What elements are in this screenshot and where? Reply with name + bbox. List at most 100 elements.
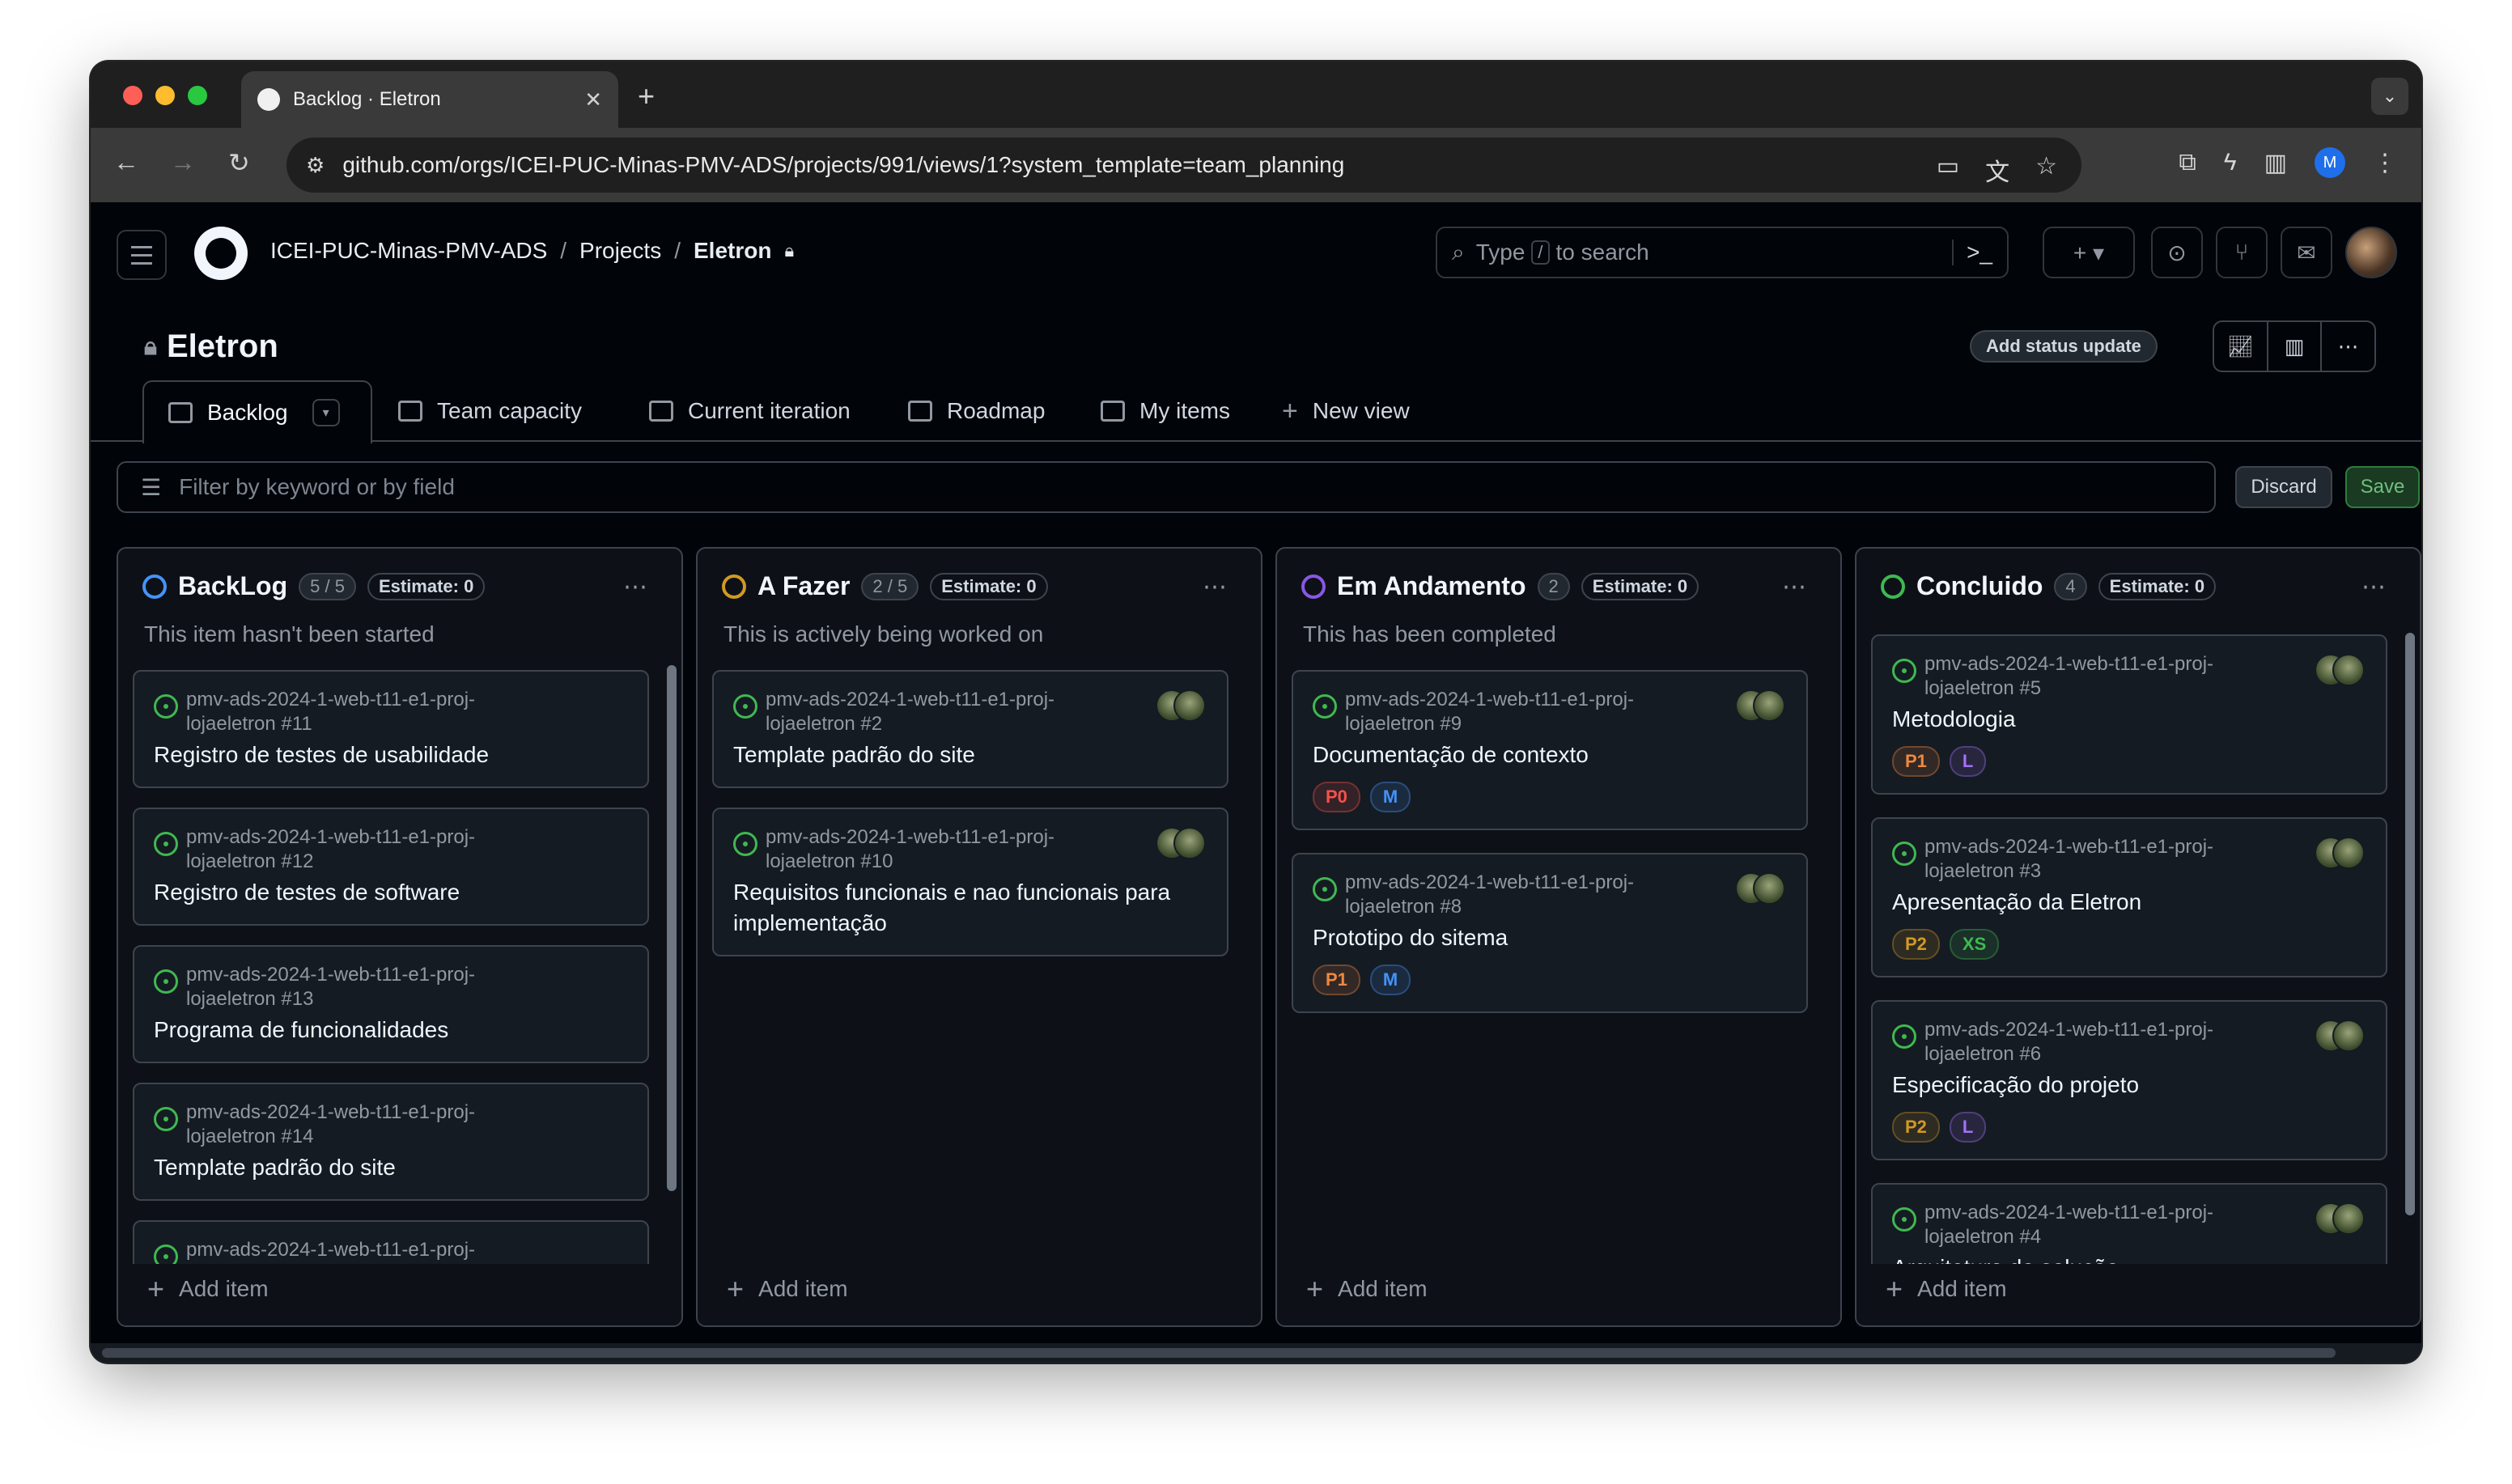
- new-tab-button[interactable]: +: [638, 79, 655, 113]
- board-card[interactable]: pmv-ads-2024-1-web-t11-e1-proj-lojaeletr…: [1292, 670, 1808, 830]
- add-item-button[interactable]: + Add item: [1886, 1272, 2007, 1306]
- card-reference[interactable]: pmv-ads-2024-1-web-t11-e1-proj-lojaeletr…: [1924, 652, 2213, 701]
- address-bar[interactable]: ⚙ github.com/orgs/ICEI-PUC-Minas-PMV-ADS…: [286, 138, 2081, 193]
- card-reference[interactable]: pmv-ads-2024-1-web-t11-e1-proj-lojaeletr…: [186, 825, 475, 874]
- site-settings-icon[interactable]: ⚙: [306, 153, 325, 178]
- insights-icon[interactable]: 📈︎: [2214, 322, 2268, 371]
- board-card[interactable]: pmv-ads-2024-1-web-t11-e1-proj-lojaeletr…: [133, 670, 649, 788]
- close-tab-icon[interactable]: ✕: [584, 87, 602, 112]
- breadcrumb-projects[interactable]: Projects: [579, 238, 661, 264]
- tab-new-view[interactable]: + New view: [1282, 380, 1410, 442]
- scrollbar-thumb[interactable]: [102, 1348, 2336, 1358]
- search-input[interactable]: ⌕ Type / to search >_: [1436, 227, 2009, 278]
- performance-icon[interactable]: ϟ: [2224, 149, 2237, 176]
- column-more-icon[interactable]: ⋯: [1782, 573, 1808, 601]
- github-logo-icon[interactable]: [194, 227, 248, 280]
- card-title[interactable]: Template padrão do site: [733, 740, 1207, 770]
- reload-icon[interactable]: ↻: [228, 147, 250, 178]
- command-palette-icon[interactable]: >_: [1952, 240, 1992, 265]
- profile-avatar[interactable]: M: [2315, 147, 2345, 178]
- close-window-button[interactable]: [123, 86, 142, 105]
- bookmark-star-icon[interactable]: ☆: [2035, 152, 2057, 188]
- board-card[interactable]: pmv-ads-2024-1-web-t11-e1-proj-lojaeletr…: [133, 1083, 649, 1201]
- card-reference[interactable]: pmv-ads-2024-1-web-t11-e1-proj-lojaeletr…: [186, 1100, 475, 1149]
- tab-current-iteration[interactable]: Current iteration: [649, 380, 851, 442]
- board-card[interactable]: pmv-ads-2024-1-web-t11-e1-proj-lojaeletr…: [133, 945, 649, 1063]
- card-reference[interactable]: pmv-ads-2024-1-web-t11-e1-proj-lojaeletr…: [766, 688, 1054, 736]
- filter-input[interactable]: ☰ Filter by keyword or by field: [117, 461, 2216, 513]
- card-reference[interactable]: pmv-ads-2024-1-web-t11-e1-proj-lojaeletr…: [186, 963, 475, 1011]
- card-reference[interactable]: pmv-ads-2024-1-web-t11-e1-proj-lojaeletr…: [766, 825, 1054, 874]
- add-status-update-button[interactable]: Add status update: [1970, 330, 2158, 363]
- add-item-button[interactable]: + Add item: [727, 1272, 848, 1306]
- card-reference[interactable]: pmv-ads-2024-1-web-t11-e1-proj-lojaeletr…: [1924, 1201, 2213, 1249]
- card-title[interactable]: Requisitos funcionais e nao funcionais p…: [733, 877, 1207, 939]
- pull-requests-icon[interactable]: ⑂: [2216, 227, 2268, 278]
- board-card[interactable]: pmv-ads-2024-1-web-t11-e1-proj-lojaeletr…: [1871, 634, 2387, 795]
- card-reference[interactable]: pmv-ads-2024-1-web-t11-e1-proj-lojaeletr…: [1924, 835, 2213, 884]
- board-card[interactable]: pmv-ads-2024-1-web-t11-e1-proj-lojaeletr…: [1871, 1000, 2387, 1160]
- assignee-avatars[interactable]: [2315, 837, 2366, 869]
- assignee-avatars[interactable]: [2315, 1020, 2366, 1052]
- board-card[interactable]: pmv-ads-2024-1-web-t11-e1-proj-lojaeletr…: [1871, 817, 2387, 977]
- cast-icon[interactable]: ▭: [1937, 152, 1959, 188]
- assignee-avatars[interactable]: [1156, 689, 1207, 722]
- column-more-icon[interactable]: ⋯: [623, 573, 649, 601]
- card-title[interactable]: Prototipo do sitema: [1313, 922, 1787, 953]
- forward-icon[interactable]: →: [170, 147, 196, 177]
- board-card[interactable]: pmv-ads-2024-1-web-t11-e1-proj-lojaeletr…: [712, 670, 1228, 788]
- tab-roadmap[interactable]: Roadmap: [908, 380, 1045, 442]
- side-panel-toggle-icon[interactable]: ▥: [2268, 322, 2323, 371]
- card-reference[interactable]: pmv-ads-2024-1-web-t11-e1-proj-lojaeletr…: [1924, 1018, 2213, 1066]
- breadcrumb-org[interactable]: ICEI-PUC-Minas-PMV-ADS: [270, 238, 547, 264]
- card-reference[interactable]: pmv-ads-2024-1-web-t11-e1-proj-lojaeletr…: [1345, 688, 1634, 736]
- inbox-icon[interactable]: ✉: [2281, 227, 2332, 278]
- column-scrollbar[interactable]: [667, 665, 677, 1191]
- create-new-button[interactable]: + ▾: [2043, 227, 2135, 278]
- board-card[interactable]: pmv-ads-2024-1-web-t11-e1-proj-lojaeletr…: [133, 808, 649, 926]
- card-title[interactable]: Programa de funcionalidades: [154, 1015, 628, 1045]
- card-title[interactable]: Registro de testes de usabilidade: [154, 740, 628, 770]
- card-title[interactable]: Registro de testes de software: [154, 877, 628, 908]
- tab-backlog[interactable]: Backlog ▾: [142, 380, 372, 443]
- translate-icon[interactable]: 文: [1985, 152, 2009, 188]
- horizontal-scrollbar[interactable]: [91, 1343, 2421, 1363]
- back-icon[interactable]: ←: [113, 147, 139, 177]
- card-title[interactable]: Especificação do projeto: [1892, 1070, 2366, 1100]
- card-title[interactable]: Apresentação da Eletron: [1892, 887, 2366, 918]
- zoom-window-button[interactable]: [188, 86, 207, 105]
- discard-button[interactable]: Discard: [2235, 466, 2332, 508]
- card-reference[interactable]: pmv-ads-2024-1-web-t11-e1-proj-lojaeletr…: [1345, 871, 1634, 919]
- breadcrumb-project[interactable]: Eletron: [694, 238, 771, 264]
- column-more-icon[interactable]: ⋯: [1203, 573, 1228, 601]
- card-reference[interactable]: pmv-ads-2024-1-web-t11-e1-proj-lojaeletr…: [186, 688, 475, 736]
- assignee-avatars[interactable]: [1735, 689, 1787, 722]
- extensions-icon[interactable]: ⧉: [2179, 149, 2196, 176]
- assignee-avatars[interactable]: [2315, 654, 2366, 686]
- card-title[interactable]: Metodologia: [1892, 704, 2366, 735]
- assignee-avatars[interactable]: [1735, 872, 1787, 905]
- chrome-menu-icon[interactable]: ⋮: [2373, 149, 2397, 177]
- view-options-dropdown[interactable]: ▾: [312, 399, 340, 426]
- add-item-button[interactable]: + Add item: [147, 1272, 269, 1306]
- menu-icon[interactable]: [117, 230, 167, 280]
- tab-search-button[interactable]: ⌄: [2371, 78, 2408, 115]
- column-scrollbar[interactable]: [2405, 633, 2415, 1215]
- assignee-avatars[interactable]: [2315, 1202, 2366, 1235]
- save-button[interactable]: Save: [2345, 466, 2420, 508]
- tab-my-items[interactable]: My items: [1101, 380, 1230, 442]
- issues-icon[interactable]: ⊙: [2151, 227, 2203, 278]
- tab-team-capacity[interactable]: Team capacity: [398, 380, 582, 442]
- user-avatar[interactable]: [2345, 227, 2397, 278]
- side-panel-icon[interactable]: ▥: [2264, 149, 2287, 177]
- column-more-icon[interactable]: ⋯: [2361, 573, 2387, 601]
- board-card[interactable]: pmv-ads-2024-1-web-t11-e1-proj-lojaeletr…: [1292, 853, 1808, 1013]
- assignee-avatars[interactable]: [1156, 827, 1207, 859]
- card-title[interactable]: Documentação de contexto: [1313, 740, 1787, 770]
- board-card[interactable]: pmv-ads-2024-1-web-t11-e1-proj-lojaeletr…: [712, 808, 1228, 956]
- add-item-button[interactable]: + Add item: [1306, 1272, 1428, 1306]
- minimize-window-button[interactable]: [155, 86, 175, 105]
- browser-tab[interactable]: Backlog · Eletron ✕: [241, 71, 618, 128]
- card-title[interactable]: Template padrão do site: [154, 1152, 628, 1183]
- more-options-icon[interactable]: ⋯: [2322, 322, 2374, 371]
